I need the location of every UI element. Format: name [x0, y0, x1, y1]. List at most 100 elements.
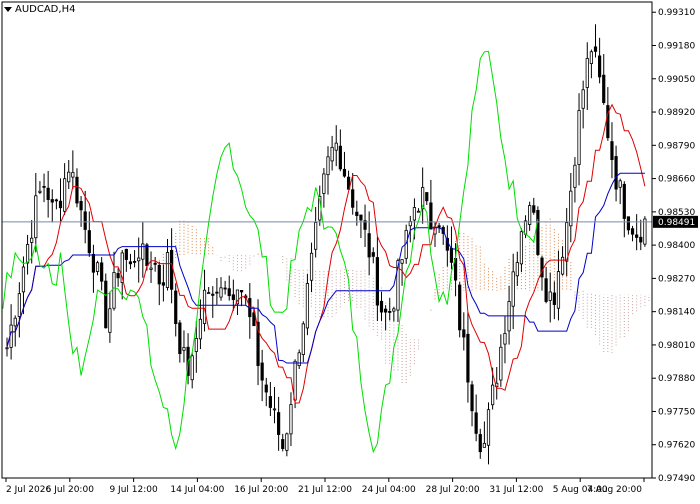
candle-body — [95, 262, 100, 272]
y-tick-label: 0.97750 — [658, 407, 695, 417]
candle-body — [429, 202, 433, 230]
candle-body — [50, 199, 54, 203]
candle-body — [458, 284, 462, 331]
chart-canvas[interactable]: 0.99310 0.99180 0.99050 0.98920 0.98790 0.986… — [0, 0, 700, 500]
candle-body — [281, 439, 285, 449]
y-tick-label: 0.97620 — [658, 441, 695, 451]
candle-body — [137, 257, 141, 262]
candle-body — [17, 293, 21, 317]
x-tick-label: 28 Jul 20:00 — [426, 485, 480, 495]
candle-body — [544, 278, 548, 302]
candle-body — [548, 291, 552, 301]
indicator-lines — [2, 50, 646, 454]
candle-body — [639, 236, 643, 243]
candle-body — [400, 259, 404, 264]
candle-body — [46, 187, 50, 200]
x-tick-label: 9 Jul 12:00 — [109, 485, 158, 495]
candle-body — [194, 337, 198, 352]
candle-body — [25, 244, 30, 264]
y-tick-label: 0.98790 — [658, 141, 695, 151]
candle-body — [416, 210, 421, 213]
x-tick-label: 7 Aug 20:00 — [587, 485, 642, 495]
x-tick-label: 16 Jul 20:00 — [234, 485, 288, 495]
candle-body — [100, 262, 104, 282]
candle-body — [569, 190, 573, 227]
x-tick-label: 2 Jul 2026 — [6, 485, 51, 495]
y-tick-label: 0.99050 — [658, 75, 695, 85]
candles — [5, 24, 647, 465]
candle-body — [585, 58, 589, 88]
candle-body — [264, 384, 268, 393]
candle-body — [523, 220, 528, 235]
candle-body — [478, 434, 482, 453]
candle-body — [285, 433, 289, 451]
candle-body — [161, 282, 165, 286]
y-tick-label: 0.97880 — [658, 374, 695, 384]
candle-body — [112, 272, 116, 309]
candle-body — [322, 173, 326, 194]
dropdown-triangle-icon[interactable] — [4, 7, 12, 12]
candle-body — [359, 214, 363, 221]
candle-body — [577, 110, 581, 165]
candle-body — [132, 261, 137, 263]
candle-body — [165, 252, 170, 288]
candle-body — [515, 262, 519, 277]
x-tick-label: 14 Jul 04:00 — [170, 485, 224, 495]
candle-body — [268, 396, 272, 408]
candle-body — [388, 310, 392, 313]
candle-body — [602, 74, 606, 103]
axes: 0.99310 0.99180 0.99050 0.98920 0.98790 0.986… — [1, 1, 698, 495]
candle-body — [223, 287, 227, 290]
price-chart[interactable]: 0.99310 0.99180 0.99050 0.98920 0.98790 0.986… — [0, 0, 700, 500]
candle-body — [326, 156, 330, 176]
candle-body — [486, 409, 491, 446]
candle-body — [297, 352, 301, 367]
candle-body — [351, 189, 355, 208]
candle-body — [157, 265, 161, 285]
candle-body — [178, 322, 182, 355]
candle-body — [289, 404, 293, 435]
candle-body — [334, 142, 338, 151]
candle-body — [67, 171, 71, 183]
candle-body — [5, 347, 9, 350]
candle-body — [384, 308, 388, 313]
candle-body — [643, 218, 647, 245]
candle-body — [536, 210, 540, 255]
candle-body — [202, 289, 207, 324]
candle-body — [573, 164, 577, 188]
candle-body — [519, 231, 524, 265]
candle-body — [34, 195, 38, 239]
symbol-label: AUDCAD,H4 — [4, 4, 75, 15]
y-tick-label: 0.98140 — [658, 308, 695, 318]
chart-frame — [1, 1, 653, 479]
candle-body — [215, 291, 219, 294]
candle-body — [91, 253, 96, 273]
candle-body — [30, 237, 34, 243]
candle-body — [145, 244, 149, 267]
candle-body — [581, 89, 585, 109]
candle-body — [124, 248, 128, 260]
candle-body — [54, 199, 58, 202]
candle-body — [614, 156, 618, 190]
y-tick-label: 0.97490 — [658, 474, 695, 484]
candle-body — [375, 257, 379, 306]
candle-body — [301, 323, 305, 355]
candle-body — [108, 308, 112, 333]
candle-body — [491, 384, 495, 406]
candle-body — [83, 211, 87, 230]
y-tick-label: 0.98400 — [658, 241, 695, 251]
candle-body — [174, 290, 178, 325]
tenkan-line — [6, 103, 646, 404]
candle-body — [219, 287, 223, 298]
candle-body — [272, 408, 277, 411]
candle-body — [503, 333, 507, 345]
candle-body — [239, 290, 244, 293]
x-tick-label: 24 Jul 04:00 — [362, 485, 416, 495]
candle-body — [342, 168, 347, 177]
candle-body — [38, 190, 42, 193]
candle-body — [190, 355, 194, 381]
candle-body — [21, 266, 26, 293]
candle-body — [277, 412, 281, 435]
candle-body — [618, 180, 622, 188]
x-tick-label: 21 Jul 12:00 — [298, 485, 352, 495]
